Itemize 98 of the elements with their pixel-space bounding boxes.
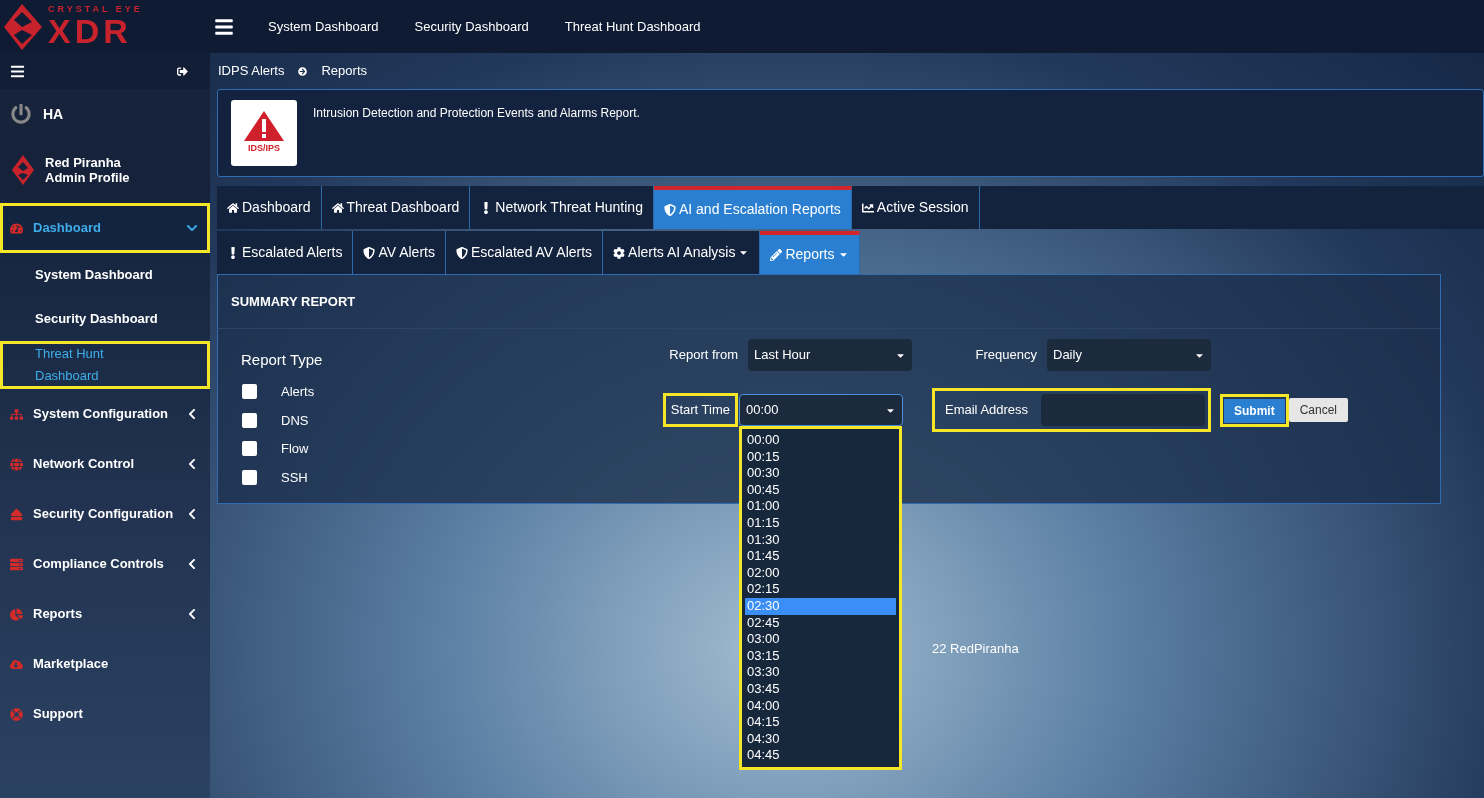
sidebar-item[interactable]: System Configuration — [0, 389, 210, 439]
top-nav-link[interactable]: System Dashboard — [250, 16, 397, 37]
sidebar-item[interactable]: Reports — [0, 589, 210, 639]
tab-icon — [331, 201, 344, 214]
profile-name: Red Piranha — [45, 155, 122, 170]
time-option[interactable]: 01:45 — [745, 548, 896, 565]
submit-button[interactable]: Submit — [1224, 398, 1285, 423]
tab[interactable]: Escalated AV Alerts — [445, 231, 604, 274]
breadcrumb-link[interactable]: IDPS Alerts — [218, 61, 285, 81]
sidebar-subitem[interactable]: Security Dashboard — [0, 297, 210, 341]
select-field[interactable]: 00:00 — [739, 394, 903, 426]
top-nav-link[interactable]: Security Dashboard — [396, 16, 547, 37]
field-label: Email Address — [945, 401, 1030, 420]
logo-wordmark: XDR — [48, 14, 133, 48]
nav-icon — [10, 607, 23, 621]
sidebar-item[interactable]: Network Control — [0, 439, 210, 489]
tab[interactable]: Reports — [760, 231, 860, 274]
nav-icon — [10, 221, 23, 235]
power-icon — [11, 104, 31, 124]
top-nav-link[interactable]: Threat Hunt Dashboard — [546, 16, 719, 37]
menu-icon[interactable] — [10, 63, 25, 79]
sidebar-subitem[interactable]: Threat Hunt Dashboard — [0, 341, 210, 389]
field-label: Frequency — [974, 346, 1037, 365]
time-option[interactable]: 03:15 — [745, 647, 896, 665]
profile-logo-icon — [11, 154, 35, 186]
checkbox-label: Alerts — [281, 383, 315, 401]
nav-icon — [10, 407, 23, 421]
tab-icon — [663, 203, 676, 216]
tab-icon — [861, 201, 874, 214]
field-label: Report from — [668, 346, 738, 365]
chevron-down-icon — [186, 222, 198, 234]
tab[interactable]: Escalated Alerts — [217, 231, 354, 274]
chevron-left-icon — [186, 408, 198, 420]
time-option[interactable]: 00:30 — [745, 465, 896, 482]
select-field[interactable]: Daily — [1047, 339, 1211, 371]
time-option[interactable]: 04:15 — [745, 714, 896, 731]
banner-text: Intrusion Detection and Protection Events and Alarms Report. — [313, 105, 640, 122]
footer-text: 22 RedPiranha — [932, 640, 1020, 658]
ha-item[interactable]: HA — [0, 89, 210, 139]
time-option[interactable]: 02:00 — [745, 564, 896, 582]
chevron-left-icon — [186, 508, 198, 520]
tab-icon — [770, 248, 783, 261]
checkbox-label: Flow — [281, 440, 309, 458]
breadcrumb-current: Reports — [321, 62, 367, 81]
breadcrumb-separator-icon — [298, 66, 308, 76]
nav-icon — [10, 457, 23, 471]
email-input[interactable] — [1041, 394, 1205, 426]
profile-role: Admin Profile — [45, 170, 130, 185]
menu-icon[interactable] — [214, 16, 234, 37]
report-type-label: Report Type — [241, 350, 324, 370]
chevron-left-icon — [186, 558, 198, 570]
checkbox-label: SSH — [281, 468, 308, 487]
badge-label: IDS/IPS — [248, 142, 280, 156]
tab[interactable]: AV Alerts — [353, 231, 446, 274]
logo-tagline: CRYSTAL EYE — [48, 5, 143, 14]
sidebar-item[interactable]: Dashboard — [0, 203, 210, 253]
nav-icon — [10, 507, 23, 521]
time-option[interactable]: 00:00 — [745, 432, 896, 449]
tab-icon — [363, 246, 376, 259]
time-option[interactable]: 01:30 — [745, 531, 896, 549]
tab-icon — [227, 201, 239, 214]
time-option[interactable]: 02:15 — [745, 581, 896, 598]
time-option[interactable]: 00:45 — [745, 481, 896, 499]
checkbox[interactable] — [242, 384, 257, 400]
cancel-button[interactable]: Cancel — [1288, 398, 1349, 422]
warning-icon — [243, 110, 285, 143]
panel-title: SUMMARY REPORT — [231, 292, 356, 311]
tab-icon — [455, 246, 468, 259]
tab[interactable]: Alerts AI Analysis — [603, 231, 761, 274]
select-field[interactable]: Last Hour — [748, 339, 912, 371]
time-option[interactable]: 04:00 — [745, 697, 896, 715]
checkbox[interactable] — [242, 441, 257, 457]
time-option[interactable]: 01:00 — [745, 498, 896, 515]
nav-icon — [10, 707, 23, 721]
time-option[interactable]: 04:30 — [745, 730, 896, 748]
sidebar-item[interactable]: Support — [0, 689, 210, 739]
sidebar-item[interactable]: Marketplace — [0, 639, 210, 689]
chevron-left-icon — [186, 608, 198, 620]
time-option[interactable]: 03:00 — [745, 631, 896, 648]
tab[interactable]: AI and Escalation Reports — [653, 186, 852, 229]
time-option[interactable]: 02:45 — [745, 614, 896, 632]
chevron-left-icon — [186, 458, 198, 470]
sidebar-item[interactable]: Compliance Controls — [0, 539, 210, 589]
time-option[interactable]: 04:45 — [745, 747, 896, 764]
tab-icon — [613, 246, 626, 259]
nav-icon — [10, 657, 23, 671]
time-option[interactable]: 03:30 — [745, 664, 896, 681]
checkbox-label: DNS — [281, 411, 309, 430]
nav-icon — [10, 557, 23, 571]
sidebar-item[interactable]: Security Configuration — [0, 489, 210, 539]
sidebar-subitem[interactable]: System Dashboard — [0, 253, 210, 297]
field-label: Start Time — [662, 393, 738, 427]
checkbox[interactable] — [242, 469, 257, 485]
logout-icon[interactable] — [177, 65, 188, 77]
checkbox[interactable] — [242, 412, 257, 428]
time-option[interactable]: 00:15 — [745, 448, 896, 466]
time-option[interactable]: 01:15 — [745, 514, 896, 532]
time-option[interactable]: 03:45 — [745, 680, 896, 698]
